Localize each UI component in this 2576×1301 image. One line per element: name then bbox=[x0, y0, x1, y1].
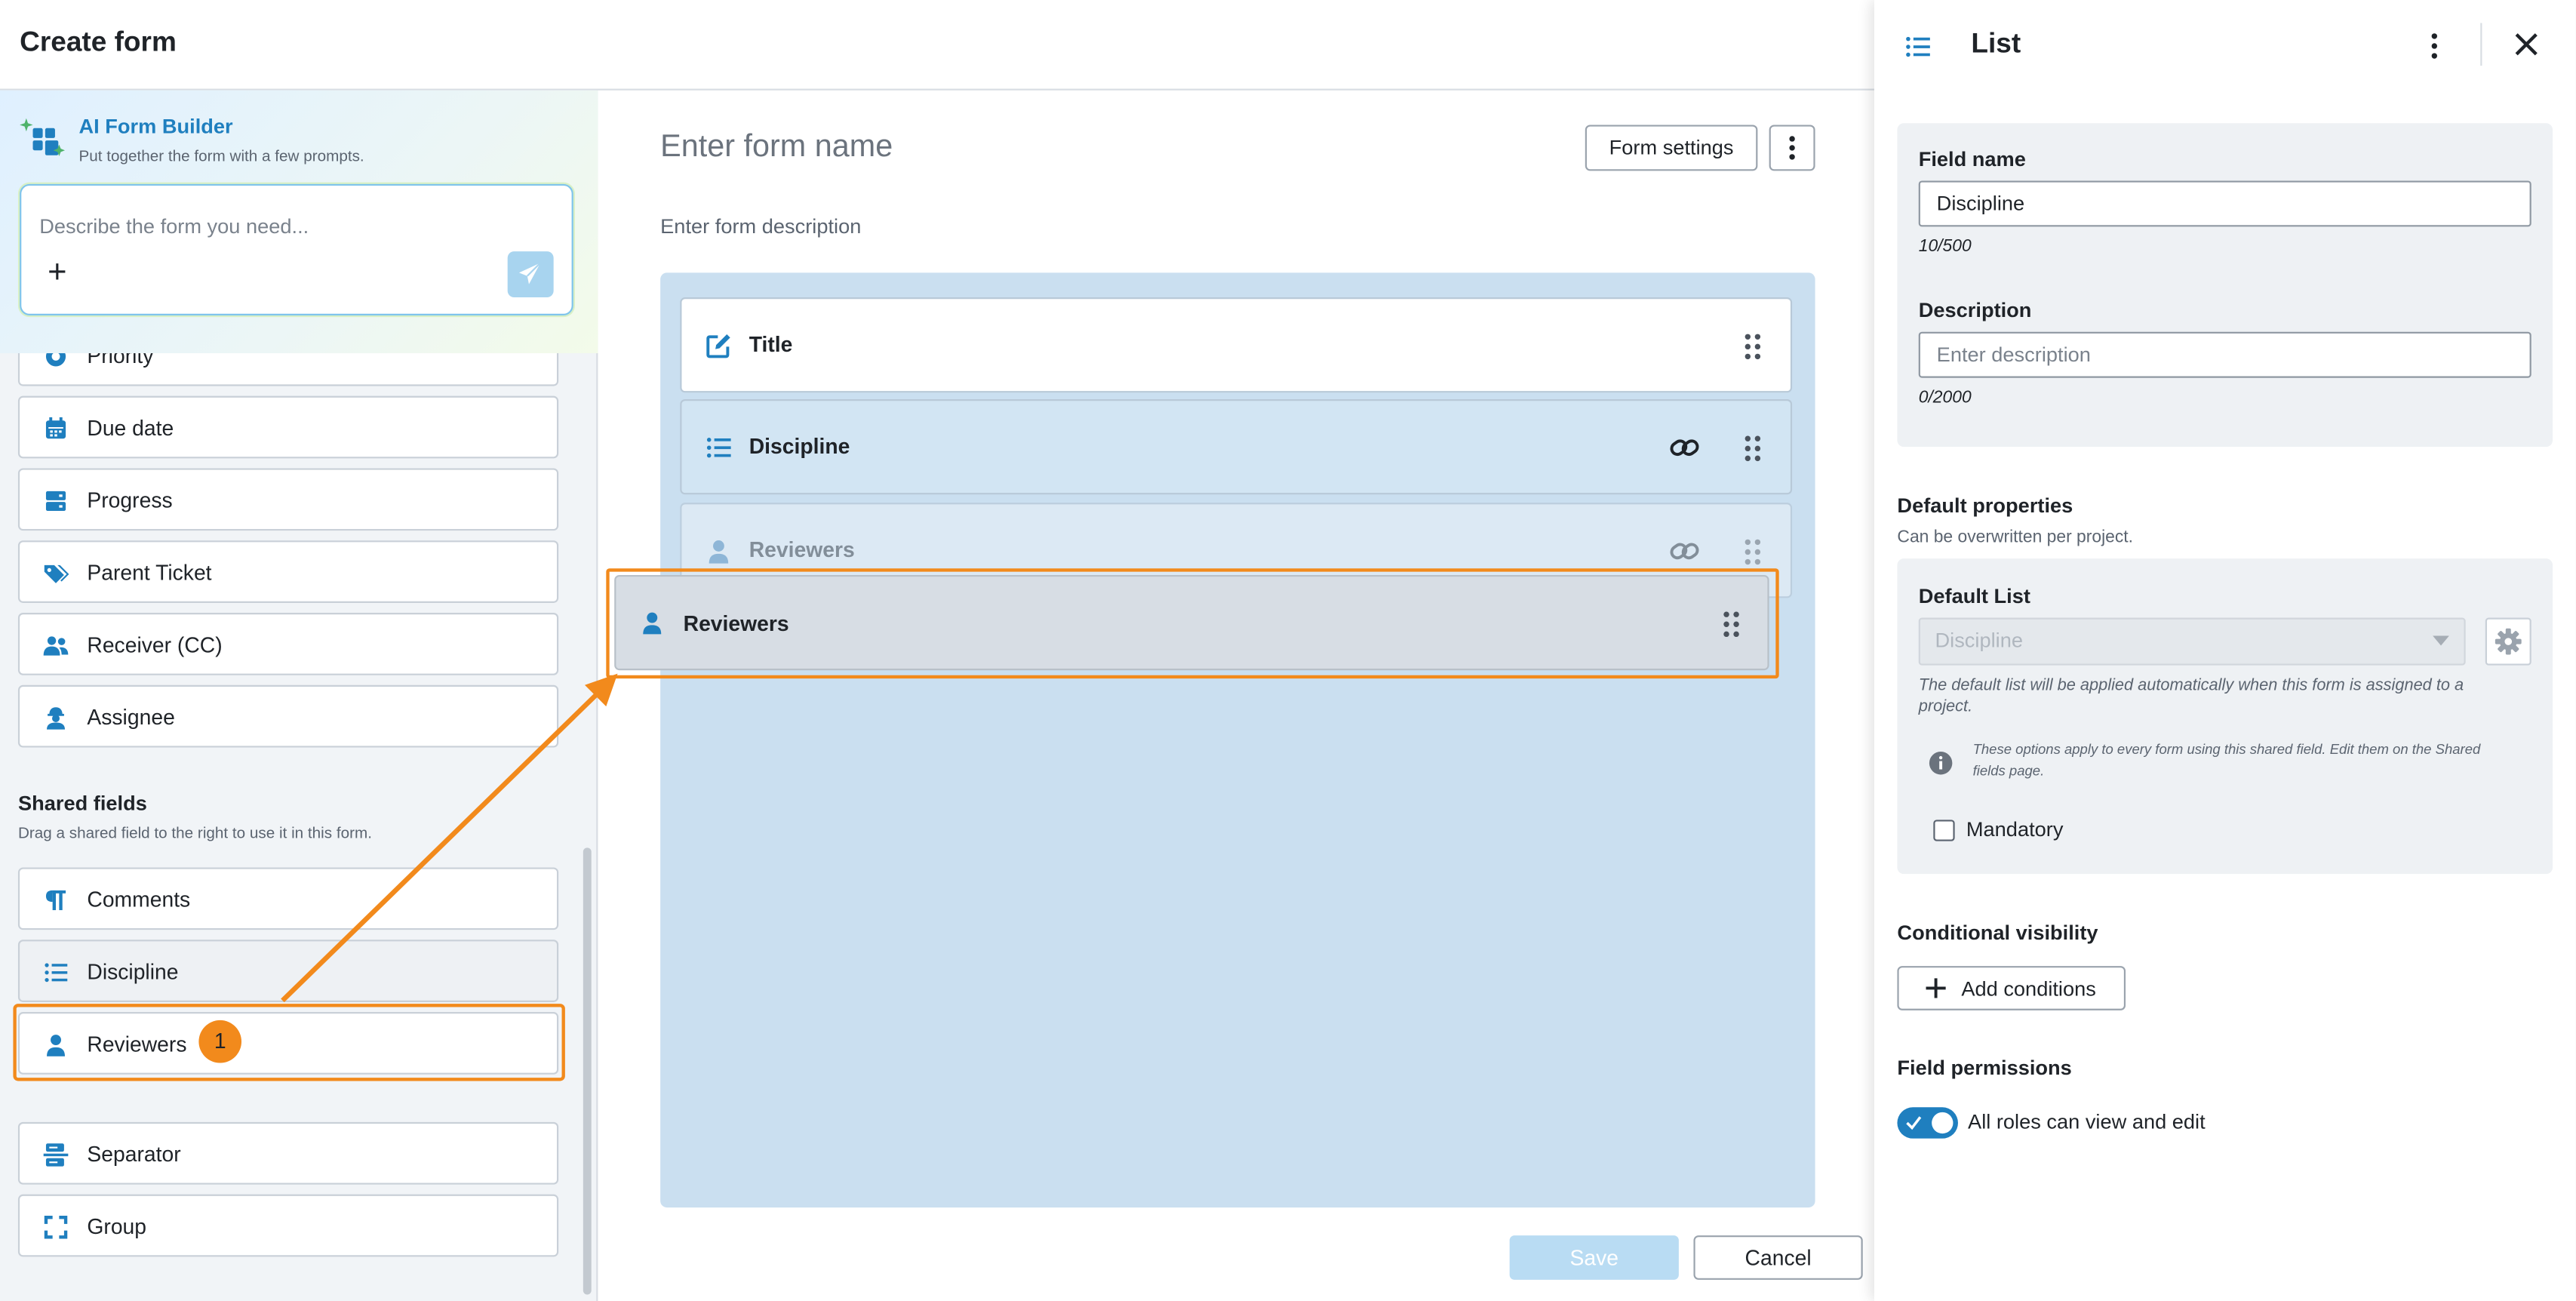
mandatory-checkbox[interactable] bbox=[1933, 820, 1955, 841]
description-counter: 0/2000 bbox=[1918, 387, 1972, 408]
toggle-knob bbox=[1932, 1112, 1954, 1134]
cancel-button[interactable]: Cancel bbox=[1693, 1235, 1863, 1280]
field-name-counter: 10/500 bbox=[1918, 236, 1972, 257]
field-name-label: Field name bbox=[1918, 147, 2026, 171]
list-settings-button[interactable] bbox=[2485, 617, 2531, 666]
panel-title: List bbox=[1971, 28, 2021, 60]
field-name-input[interactable]: Discipline bbox=[1918, 180, 2531, 227]
default-list-label: Default List bbox=[1918, 585, 2030, 608]
description-input[interactable]: Enter description bbox=[1918, 331, 2531, 378]
permissions-label: All roles can view and edit bbox=[1968, 1110, 2206, 1134]
default-list-note: The default list will be applied automat… bbox=[1918, 676, 2464, 717]
add-conditions-label: Add conditions bbox=[1961, 977, 2096, 1001]
panel-header-divider bbox=[2480, 23, 2482, 66]
default-properties-title: Default properties bbox=[1897, 494, 2073, 518]
more-options-icon[interactable] bbox=[2421, 29, 2448, 63]
default-properties-subtitle: Can be overwritten per project. bbox=[1897, 527, 2134, 547]
description-label: Description bbox=[1918, 299, 2032, 322]
conditional-visibility-title: Conditional visibility bbox=[1897, 921, 2098, 945]
close-icon[interactable] bbox=[2513, 31, 2540, 57]
info-icon bbox=[1929, 751, 1954, 776]
plus-icon bbox=[1925, 977, 1946, 998]
shared-field-note: These options apply to every form using … bbox=[1972, 740, 2481, 778]
add-conditions-button[interactable]: Add conditions bbox=[1897, 966, 2126, 1010]
list-icon bbox=[1904, 33, 1932, 61]
field-basics-section bbox=[1897, 123, 2553, 448]
chevron-down-icon bbox=[2433, 634, 2449, 647]
save-button[interactable]: Save bbox=[1509, 1235, 1679, 1280]
mandatory-label: Mandatory bbox=[1966, 818, 2064, 841]
default-list-select[interactable]: Discipline bbox=[1918, 617, 2466, 666]
field-permissions-title: Field permissions bbox=[1897, 1056, 2072, 1080]
